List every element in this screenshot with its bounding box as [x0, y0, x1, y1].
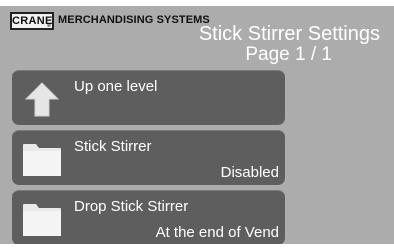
- up-one-level-label: Up one level: [74, 78, 158, 95]
- screen: CRANE ® MERCHANDISING SYSTEMS Stick Stir…: [0, 0, 394, 248]
- registered-mark: ®: [47, 23, 51, 29]
- page-indicator: Page 1 / 1: [245, 44, 332, 65]
- folder-icon: [23, 144, 61, 176]
- stick-stirrer-button[interactable]: Stick Stirrer Disabled: [12, 130, 285, 185]
- brand-subtitle: MERCHANDISING SYSTEMS: [58, 14, 210, 26]
- page-title: Stick Stirrer Settings: [198, 23, 380, 45]
- bottom-border: [0, 244, 394, 248]
- folder-icon: [23, 204, 61, 236]
- up-arrow-icon: [24, 82, 60, 117]
- stick-stirrer-value: Disabled: [220, 164, 279, 181]
- crane-logo: CRANE ®: [10, 12, 54, 30]
- up-one-level-button[interactable]: Up one level: [12, 70, 285, 125]
- stick-stirrer-label: Stick Stirrer: [74, 138, 152, 155]
- drop-stick-stirrer-label: Drop Stick Stirrer: [74, 198, 189, 215]
- drop-stick-stirrer-button[interactable]: Drop Stick Stirrer At the end of Vend: [12, 190, 285, 245]
- drop-stick-stirrer-value: At the end of Vend: [155, 224, 279, 241]
- top-border: [0, 0, 394, 6]
